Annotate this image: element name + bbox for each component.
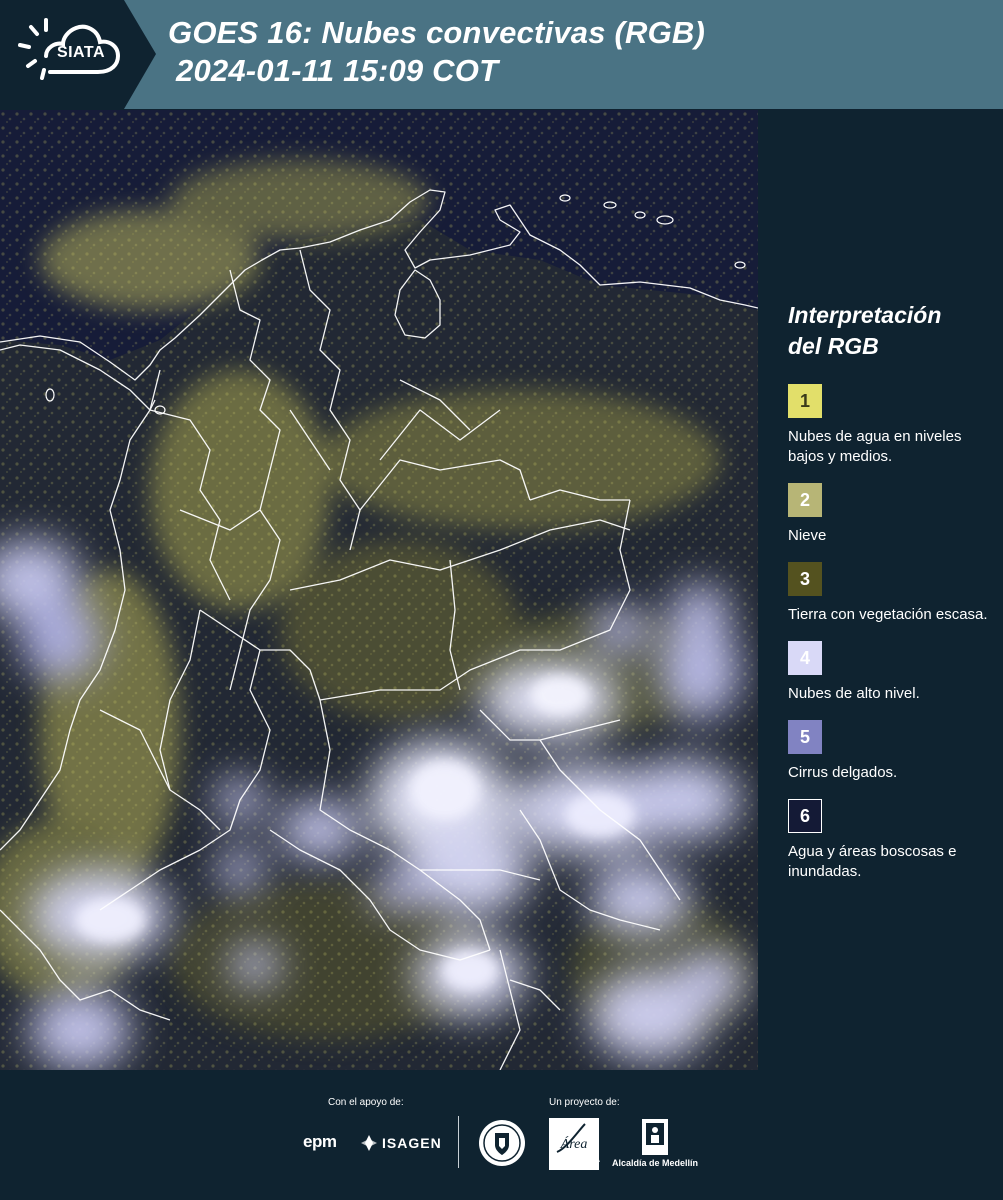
legend-swatch: 6 xyxy=(788,799,822,833)
legend-label: Nubes de agua en niveles bajos y medios. xyxy=(788,428,962,465)
legend-swatch: 2 xyxy=(788,483,822,517)
legend-label: Nieve xyxy=(788,527,827,544)
medellin-seal-icon xyxy=(479,1120,525,1166)
legend-swatch: 3 xyxy=(788,562,822,596)
project-label: Un proyecto de: xyxy=(549,1097,620,1108)
legend-items: 1 Nubes de agua en niveles bajos y medios… xyxy=(788,384,988,882)
satellite-image xyxy=(0,110,758,1070)
siata-logo: SIATA xyxy=(0,0,156,109)
isagen-icon xyxy=(361,1135,377,1151)
satellite-map xyxy=(0,110,758,1070)
header-bar: SIATA GOES 16: Nubes convectivas (RGB) 2… xyxy=(0,0,1003,109)
legend-label: Tierra con vegetación escasa. xyxy=(788,606,988,623)
rgb-legend: Interpretación del RGB 1 Nubes de agua en… xyxy=(788,300,988,898)
isagen-logo: ISAGEN xyxy=(360,1134,442,1152)
footer: Con el apoyo de: Un proyecto de: epm ISA… xyxy=(0,1070,1003,1200)
legend-label: Nubes de alto nivel. xyxy=(788,685,920,702)
title-line-1: GOES 16: Nubes convectivas (RGB) xyxy=(168,15,706,50)
alcaldia-text: Alcaldía de Medellín xyxy=(612,1158,699,1168)
legend-swatch: 4 xyxy=(788,641,822,675)
legend-title-line-2: del RGB xyxy=(788,333,879,359)
page-title: GOES 16: Nubes convectivas (RGB) 2024-01… xyxy=(168,14,705,90)
legend-item: 3 Tierra con vegetación escasa. xyxy=(788,562,988,625)
legend-title-line-1: Interpretación xyxy=(788,302,942,328)
logo-text: SIATA xyxy=(56,44,106,61)
legend-item: 1 Nubes de agua en niveles bajos y medios… xyxy=(788,384,988,467)
legend-swatch: 1 xyxy=(788,384,822,418)
title-line-2: 2024-01-11 15:09 COT xyxy=(176,53,499,88)
legend-item: 2 Nieve xyxy=(788,483,988,546)
legend-item: 6 Agua y áreas boscosas e inundadas. xyxy=(788,799,988,882)
legend-label: Agua y áreas boscosas e inundadas. xyxy=(788,843,957,880)
isagen-text: ISAGEN xyxy=(382,1135,442,1151)
footer-divider xyxy=(458,1116,459,1168)
legend-swatch: 5 xyxy=(788,720,822,754)
legend-title: Interpretación del RGB xyxy=(788,300,988,362)
area-logo-text: Área xyxy=(560,1135,588,1152)
alcaldia-shield-icon xyxy=(642,1119,668,1155)
epm-logo: epm xyxy=(303,1132,337,1151)
legend-item: 5 Cirrus delgados. xyxy=(788,720,988,783)
legend-label: Cirrus delgados. xyxy=(788,764,898,781)
area-metropolitana-subtext: METROPOLITANA Valle de Aburrá xyxy=(549,1158,600,1170)
legend-item: 4 Nubes de alto nivel. xyxy=(788,641,988,704)
support-label: Con el apoyo de: xyxy=(328,1097,404,1108)
